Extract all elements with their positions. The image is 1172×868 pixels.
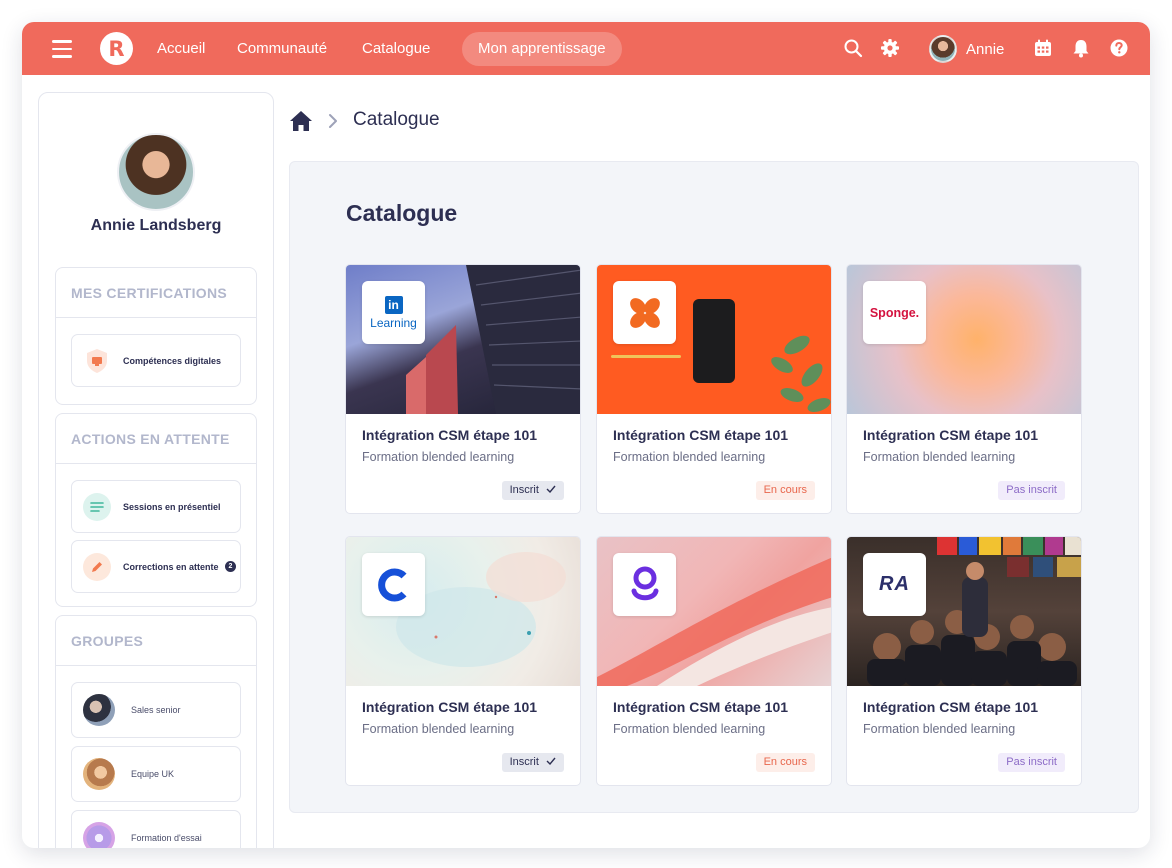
pending-label: Sessions en présentiel [123, 501, 221, 512]
page-title: Catalogue [346, 200, 458, 226]
pending-label: Corrections en attente [123, 561, 219, 572]
search-icon[interactable] [843, 38, 863, 58]
brand-tile: in Learning [362, 281, 425, 344]
group-label: Equipe UK [131, 769, 175, 779]
brand-text: Learning [370, 315, 417, 330]
card-subtitle: Formation blended learning [613, 722, 766, 736]
brand-text: RA [879, 573, 910, 595]
brand-text: Sponge. [869, 305, 920, 320]
course-card[interactable]: in Learning Intégration CSM étape 101 Fo… [345, 264, 581, 514]
nav-catalogue[interactable]: Catalogue [362, 22, 430, 75]
g-logo-icon [631, 566, 658, 600]
nav-accueil[interactable]: Accueil [157, 22, 205, 75]
brand-tile [362, 553, 425, 616]
home-icon[interactable] [289, 110, 313, 132]
nav-communaute[interactable]: Communauté [237, 22, 327, 75]
pending-item-sessions[interactable]: Sessions en présentiel [71, 480, 241, 533]
status-badge: Inscrit [501, 481, 564, 500]
breadcrumb-current: Catalogue [353, 109, 440, 130]
menu-icon[interactable] [52, 40, 72, 58]
card-subtitle: Formation blended learning [362, 722, 515, 736]
app-logo[interactable]: R [100, 32, 133, 65]
group-avatar [83, 758, 115, 790]
status-badge: Pas inscrit [998, 753, 1065, 772]
group-avatar [83, 694, 115, 726]
pending-actions-panel: ACTIONS EN ATTENTE Sessions en présentie… [55, 413, 257, 607]
brand-tile: RA [863, 553, 926, 616]
profile-avatar [117, 133, 195, 211]
card-subtitle: Formation blended learning [613, 450, 766, 464]
x-logo-icon [629, 297, 660, 328]
status-badge: En cours [755, 481, 815, 500]
user-name: Annie [966, 40, 1005, 58]
app-window: R Accueil Communauté Catalogue Mon appre… [22, 22, 1150, 848]
card-title: Intégration CSM étape 101 [863, 427, 1039, 443]
status-badge: Inscrit [501, 753, 564, 772]
brand-tile: Sponge. [863, 281, 926, 344]
sidebar: Annie Landsberg MES CERTIFICATIONS Compé… [38, 92, 274, 848]
pencil-icon [83, 552, 111, 581]
status-badge: En cours [755, 753, 815, 772]
card-title: Intégration CSM étape 101 [362, 427, 538, 443]
top-navbar: R Accueil Communauté Catalogue Mon appre… [22, 22, 1150, 75]
status-badge: Pas inscrit [998, 481, 1065, 500]
group-item-formation-essai[interactable]: Formation d'essai [71, 810, 241, 848]
profile-name: Annie Landsberg [90, 217, 222, 234]
panel-title: GROUPES [56, 616, 256, 666]
panel-title: ACTIONS EN ATTENTE [56, 414, 256, 464]
status-label: Inscrit [509, 756, 539, 768]
card-image [346, 537, 580, 686]
notes-icon [83, 492, 111, 521]
help-icon[interactable] [1109, 38, 1129, 58]
nav-mon-apprentissage[interactable]: Mon apprentissage [462, 32, 622, 66]
course-card[interactable]: Intégration CSM étape 101 Formation blen… [596, 536, 832, 786]
card-image: Sponge. [847, 265, 1081, 414]
card-title: Intégration CSM étape 101 [613, 699, 789, 715]
course-card[interactable]: Intégration CSM étape 101 Formation blen… [596, 264, 832, 514]
course-card[interactable]: RA Intégration CSM étape 101 Formation b… [846, 536, 1082, 786]
card-subtitle: Formation blended learning [863, 450, 1016, 464]
status-label: Inscrit [509, 484, 539, 496]
group-item-equipe-uk[interactable]: Equipe UK [71, 746, 241, 802]
pending-item-corrections[interactable]: Corrections en attente 2 [71, 540, 241, 593]
course-card[interactable]: Sponge. Intégration CSM étape 101 Format… [846, 264, 1082, 514]
card-subtitle: Formation blended learning [362, 450, 515, 464]
panel-title: MES CERTIFICATIONS [56, 268, 256, 318]
groups-panel: GROUPES Sales senior Equipe UK Formation… [55, 615, 257, 848]
brand-tile [613, 281, 676, 344]
certification-item[interactable]: Compétences digitales [71, 334, 241, 387]
card-title: Intégration CSM étape 101 [362, 699, 538, 715]
certifications-panel: MES CERTIFICATIONS Compétences digitales [55, 267, 257, 405]
gear-icon[interactable] [880, 38, 900, 58]
c-logo-icon [377, 568, 407, 601]
count-badge: 2 [225, 561, 236, 572]
card-image [597, 265, 831, 414]
card-title: Intégration CSM étape 101 [863, 699, 1039, 715]
certificate-icon [83, 347, 111, 375]
check-icon [546, 485, 556, 494]
catalogue-panel: Catalogue in Learning Intégration CSM ét… [289, 161, 1139, 813]
card-image: RA [847, 537, 1081, 686]
check-icon [546, 757, 556, 766]
group-avatar [83, 822, 115, 848]
linkedin-icon: in [384, 295, 403, 314]
card-subtitle: Formation blended learning [863, 722, 1016, 736]
card-image: in Learning [346, 265, 580, 414]
course-card[interactable]: Intégration CSM étape 101 Formation blen… [345, 536, 581, 786]
chevron-right-icon [329, 114, 337, 128]
bell-icon[interactable] [1071, 38, 1091, 58]
user-menu[interactable]: Annie [929, 34, 1004, 64]
calendar-icon[interactable] [1033, 38, 1053, 58]
card-image [597, 537, 831, 686]
group-item-sales-senior[interactable]: Sales senior [71, 682, 241, 738]
card-title: Intégration CSM étape 101 [613, 427, 789, 443]
brand-tile [613, 553, 676, 616]
group-label: Sales senior [131, 705, 181, 715]
avatar [929, 35, 957, 63]
certification-label: Compétences digitales [123, 355, 222, 366]
group-label: Formation d'essai [131, 833, 202, 843]
